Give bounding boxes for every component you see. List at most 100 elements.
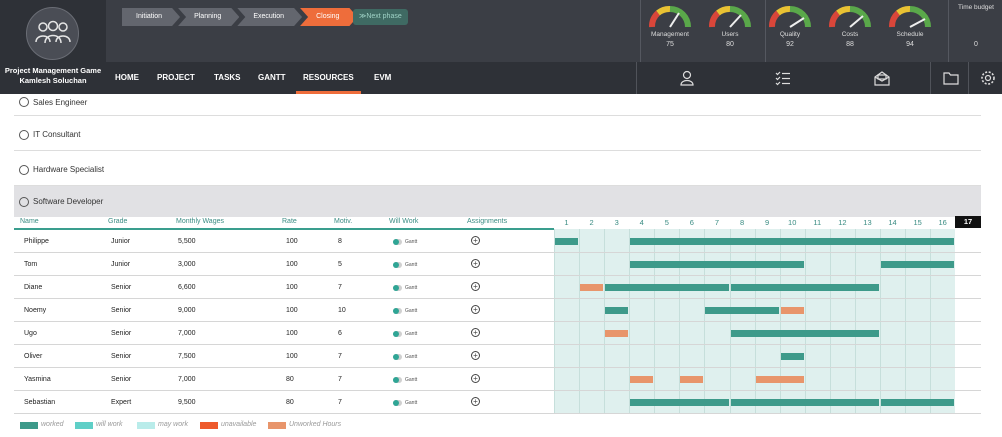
phase-planning[interactable]: Planning	[178, 8, 239, 26]
will-work-toggle[interactable]	[393, 400, 402, 406]
unworked-bar[interactable]	[605, 330, 629, 337]
gauge-quality-icon	[769, 6, 811, 28]
legend-label: may work	[158, 421, 188, 428]
worked-bar[interactable]	[730, 284, 880, 291]
will-work-toggle[interactable]	[393, 331, 402, 337]
gauges-panel: Management 75 Users 80 Quality 92 Costs	[640, 0, 940, 62]
worked-bar[interactable]	[555, 238, 579, 245]
cell-motiv: 5	[338, 261, 342, 268]
app-title-line2: Kamlesh Soluchan	[19, 76, 87, 85]
gauge-schedule-icon	[889, 6, 931, 28]
worked-bar[interactable]	[881, 399, 955, 406]
table-row: Oliver Senior 7,500 100 7 Gantt +	[14, 345, 981, 368]
divider	[765, 0, 766, 62]
add-assignment-icon[interactable]: +	[471, 259, 480, 268]
will-work-toggle[interactable]	[393, 285, 402, 291]
cell-motiv: 7	[338, 353, 342, 360]
gauge-label: Management	[651, 31, 689, 38]
cell-grade: Senior	[111, 284, 132, 291]
nav-home[interactable]: HOME	[115, 62, 139, 94]
col-name[interactable]: Name	[20, 218, 39, 225]
unworked-bar[interactable]	[680, 376, 704, 383]
week-header: 3	[614, 218, 619, 227]
week-header: 8	[739, 218, 745, 227]
settings-icon[interactable]	[980, 70, 996, 86]
nav-gantt[interactable]: GANTT	[258, 62, 286, 94]
col-rate[interactable]: Rate	[282, 218, 297, 225]
legend-label: will work	[96, 421, 123, 428]
table-row: Philippe Junior 5,500 100 8 Gantt +	[14, 230, 981, 253]
chevron-right-icon[interactable]	[19, 130, 29, 140]
will-work-toggle[interactable]	[393, 354, 402, 360]
will-work-toggle[interactable]	[393, 308, 402, 314]
phase-closing[interactable]: Closing	[300, 8, 357, 26]
week-header: 5	[664, 218, 669, 227]
time-budget-value: 0	[974, 41, 978, 48]
col-will-work[interactable]: Will Work	[389, 218, 418, 225]
unworked-bar[interactable]	[580, 284, 604, 291]
nav-tasks[interactable]: TASKS	[214, 62, 241, 94]
nav-resources[interactable]: RESOURCES	[296, 62, 361, 94]
worked-bar[interactable]	[780, 353, 804, 360]
add-assignment-icon[interactable]: +	[471, 374, 480, 383]
cell-name: Noemy	[24, 307, 47, 314]
week-header: 12	[838, 218, 847, 227]
worked-bar[interactable]	[605, 307, 629, 314]
legend-label: unavailable	[221, 421, 257, 428]
inbox-icon[interactable]	[874, 70, 890, 86]
add-assignment-icon[interactable]: +	[471, 351, 480, 360]
table-row: Ugo Senior 7,000 100 6 Gantt +	[14, 322, 981, 345]
worked-bar[interactable]	[630, 399, 729, 406]
chevron-down-icon[interactable]	[19, 197, 29, 207]
team-logo-icon	[26, 7, 79, 60]
cell-rate: 100	[286, 238, 298, 245]
checklist-icon[interactable]	[775, 70, 791, 86]
unworked-bar[interactable]	[630, 376, 654, 383]
folder-icon[interactable]	[943, 70, 959, 86]
unworked-bar[interactable]	[780, 307, 804, 314]
will-work-toggle[interactable]	[393, 262, 402, 268]
role-it-consultant[interactable]: IT Consultant	[14, 117, 981, 151]
worked-bar[interactable]	[605, 284, 729, 291]
legend-swatch	[20, 422, 38, 429]
nav-evm[interactable]: EVM	[374, 62, 391, 94]
add-assignment-icon[interactable]: +	[471, 328, 480, 337]
table-row: Noemy Senior 9,000 100 10 Gantt +	[14, 299, 981, 322]
gauge-management: Management 75	[640, 0, 700, 62]
col-assignments[interactable]: Assignments	[467, 218, 507, 225]
cell-wages: 7,500	[178, 353, 196, 360]
role-sales-engineer[interactable]: Sales Engineer	[14, 94, 981, 116]
will-work-toggle[interactable]	[393, 377, 402, 383]
chevron-right-icon[interactable]	[19, 97, 29, 107]
worked-bar[interactable]	[630, 261, 804, 268]
toggle-knob	[393, 354, 399, 360]
col-wages[interactable]: Monthly Wages	[176, 218, 224, 225]
cell-name: Yasmina	[24, 376, 51, 383]
add-assignment-icon[interactable]: +	[471, 397, 480, 406]
role-software-developer[interactable]: Software Developer	[14, 186, 981, 217]
cell-grade: Junior	[111, 238, 131, 245]
chevron-right-icon[interactable]	[19, 165, 29, 175]
worked-bar[interactable]	[881, 261, 955, 268]
worked-bar[interactable]	[705, 307, 779, 314]
week-header: 1	[564, 218, 569, 227]
add-assignment-icon[interactable]: +	[471, 282, 480, 291]
cell-rate: 100	[286, 353, 298, 360]
col-motiv[interactable]: Motiv.	[334, 218, 352, 225]
phase-initiation[interactable]: Initiation	[122, 8, 180, 26]
worked-bar[interactable]	[630, 238, 955, 245]
phase-execution[interactable]: Execution	[237, 8, 302, 26]
worked-bar[interactable]	[730, 399, 880, 406]
nav-project[interactable]: PROJECT	[157, 62, 195, 94]
user-icon[interactable]	[679, 70, 695, 86]
cell-wages: 9,000	[178, 307, 196, 314]
will-work-toggle[interactable]	[393, 239, 402, 245]
role-hardware-specialist[interactable]: Hardware Specialist	[14, 152, 981, 186]
gauge-label: Users	[721, 31, 739, 38]
unworked-bar[interactable]	[755, 376, 804, 383]
col-grade[interactable]: Grade	[108, 218, 127, 225]
worked-bar[interactable]	[730, 330, 880, 337]
add-assignment-icon[interactable]: +	[471, 236, 480, 245]
next-phase-button[interactable]: ≫Next phase	[353, 9, 408, 25]
add-assignment-icon[interactable]: +	[471, 305, 480, 314]
